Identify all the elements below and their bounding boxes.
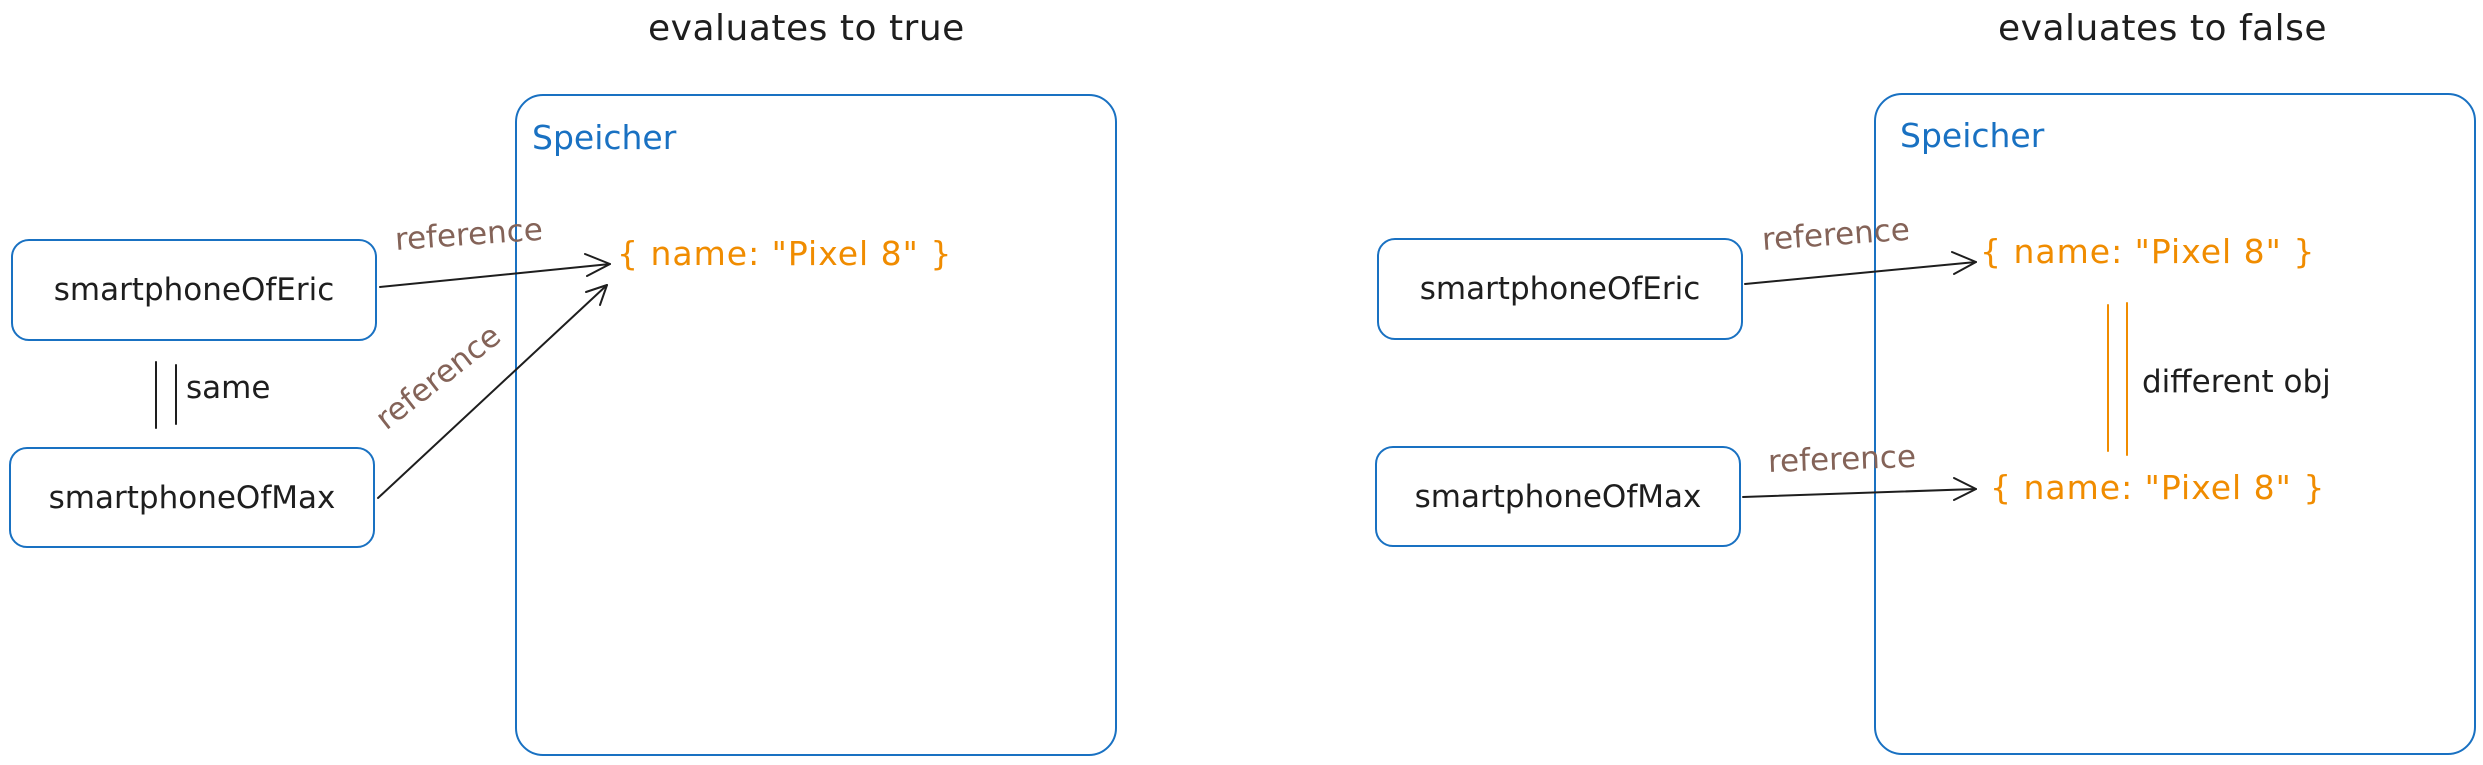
reference-arrow-max	[377, 284, 608, 499]
reference-arrow-max	[1742, 477, 1977, 501]
diagram-different-objects: evaluates to false Speicher smartphoneOf…	[1242, 0, 2483, 765]
connectors	[155, 253, 611, 499]
connectors	[1742, 251, 2128, 501]
reference-arrow-eric	[379, 253, 611, 288]
diagram-same-reference: evaluates to true Speicher smartphoneOfE…	[0, 0, 1241, 765]
reference-arrow-eric	[1744, 251, 1977, 285]
